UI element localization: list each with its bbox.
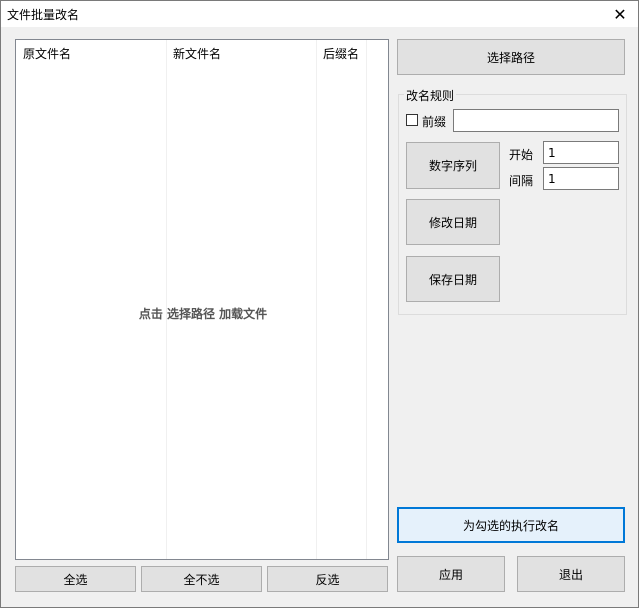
invert-selection-button[interactable]: 反选 [267,566,388,592]
column-header-new-name[interactable]: 新文件名 [173,45,221,62]
exit-button[interactable]: 退出 [517,556,625,592]
select-none-button[interactable]: 全不选 [141,566,262,592]
select-all-button[interactable]: 全选 [15,566,136,592]
close-icon[interactable]: ✕ [602,1,638,27]
select-path-button[interactable]: 选择路径 [397,39,625,75]
interval-input[interactable] [543,167,619,190]
prefix-checkbox[interactable] [406,114,418,126]
column-divider [166,40,167,559]
interval-label: 间隔 [509,174,534,188]
file-list[interactable]: 原文件名 新文件名 后缀名 点击 选择路径 加载文件 [15,39,389,560]
column-header-extension[interactable]: 后缀名 [323,45,359,62]
rename-rules-title: 改名规则 [404,87,457,104]
rename-checked-button[interactable]: 为勾选的执行改名 [397,507,625,543]
prefix-input[interactable] [453,109,619,132]
column-header-original-name[interactable]: 原文件名 [23,45,71,62]
start-input[interactable] [543,141,619,164]
apply-button[interactable]: 应用 [397,556,505,592]
prefix-label[interactable]: 前缀 [422,113,446,130]
title-bar: 文件批量改名 ✕ [1,1,638,27]
start-label: 开始 [509,148,534,162]
column-divider [366,40,367,559]
modify-date-button[interactable]: 修改日期 [406,199,500,245]
window-title: 文件批量改名 [7,8,80,22]
empty-list-hint: 点击 选择路径 加载文件 [138,307,268,321]
save-date-button[interactable]: 保存日期 [406,256,500,302]
main-window: 文件批量改名 ✕ 原文件名 新文件名 后缀名 点击 选择路径 加载文件 全选 全… [0,0,639,608]
column-divider [316,40,317,559]
number-sequence-button[interactable]: 数字序列 [406,142,500,189]
